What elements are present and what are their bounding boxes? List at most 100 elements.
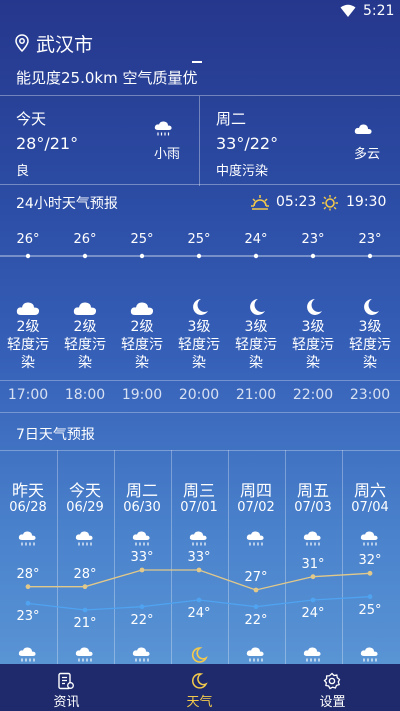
hour-temp-dot bbox=[25, 253, 31, 259]
moon-icon bbox=[191, 647, 208, 663]
hour-time: 18:00 bbox=[64, 387, 106, 403]
tab-news[interactable]: 资讯 bbox=[0, 664, 133, 711]
hour-aqi-level: 2级 bbox=[16, 319, 40, 335]
tomorrow-temp: 33°/22° bbox=[216, 134, 279, 153]
day-name: 今天 bbox=[68, 481, 101, 500]
cloud-rain-icon bbox=[189, 531, 207, 546]
moon-icon bbox=[364, 299, 379, 315]
status-time: 5:21 bbox=[363, 3, 395, 19]
tab-weather[interactable]: 天气 bbox=[133, 664, 266, 711]
cloud-rain-icon bbox=[246, 647, 264, 662]
day-name: 周三 bbox=[182, 481, 215, 500]
tomorrow-air: 中度污染 bbox=[216, 164, 269, 179]
tab-settings[interactable]: 设置 bbox=[266, 664, 399, 711]
cloud-rain-icon bbox=[360, 647, 378, 662]
aqi-mark bbox=[192, 61, 202, 63]
cloud-rain-icon bbox=[132, 531, 150, 546]
location-header[interactable]: 武汉市 bbox=[14, 30, 93, 56]
cloud-icon bbox=[16, 302, 40, 315]
low-temp-line-point bbox=[367, 594, 373, 600]
high-temp-line-point bbox=[310, 574, 316, 580]
hour-temp: 25° bbox=[130, 232, 154, 247]
cloud-icon bbox=[354, 124, 372, 134]
low-temp-line-point bbox=[25, 600, 31, 606]
daily-temp-chart bbox=[25, 567, 373, 613]
hour-aqi-text: 轻度污染 bbox=[7, 337, 49, 371]
day-name: 周二 bbox=[125, 481, 158, 500]
high-temp-line-point bbox=[82, 584, 88, 590]
today-tomorrow-panel: 今天 28°/21° 良 小雨 周二 33°/22° 中度污染 多云 bbox=[0, 95, 400, 186]
cloud-rain-icon bbox=[246, 531, 264, 546]
today-temp: 28°/21° bbox=[16, 134, 79, 153]
cloud-icon bbox=[130, 302, 154, 315]
cloud-rain-icon bbox=[132, 647, 150, 662]
hour-aqi-text: 轻度污染 bbox=[349, 337, 391, 371]
cloud-rain-icon bbox=[75, 531, 93, 546]
hour-temp-dot bbox=[196, 253, 202, 259]
day-name: 周五 bbox=[296, 481, 329, 500]
sunset-icon bbox=[322, 195, 338, 211]
today-name: 今天 bbox=[16, 110, 47, 128]
sunrise: 05:23 bbox=[250, 193, 316, 211]
hour-temp-dot bbox=[253, 253, 259, 259]
conditions-text: 能见度25.0km 空气质量优 bbox=[16, 69, 198, 87]
hour-aqi: 2级 轻度污染 bbox=[57, 318, 113, 372]
cloud-rain-icon bbox=[360, 531, 378, 546]
hour-aqi: 2级轻度污染 bbox=[0, 318, 56, 372]
high-temp-line bbox=[28, 569, 371, 591]
hour-time: 22:00 bbox=[292, 387, 334, 403]
day-date: 07/04 bbox=[351, 500, 389, 515]
today-card[interactable]: 今天 28°/21° 良 小雨 bbox=[0, 96, 199, 186]
sunset: 19:30 bbox=[320, 193, 386, 211]
hour-aqi-level: 2级 bbox=[73, 319, 97, 335]
hour-aqi-level: 3级 bbox=[358, 319, 382, 335]
cloud-rain-icon bbox=[18, 647, 36, 662]
hour-temp: 26° bbox=[73, 232, 97, 247]
status-bar: 5:21 bbox=[0, 0, 400, 24]
day-name: 周四 bbox=[239, 481, 272, 500]
hour-temp-dot bbox=[82, 253, 88, 259]
hour-temp: 26° bbox=[16, 232, 40, 247]
high-temp-line-point bbox=[367, 570, 373, 576]
today-weather: 小雨 bbox=[154, 147, 181, 162]
hourly-title: 24小时天气预报 bbox=[16, 196, 118, 212]
cloud-rain-icon bbox=[303, 647, 321, 662]
hour-time: 19:00 bbox=[121, 387, 163, 403]
hour-temp-dot bbox=[367, 253, 373, 259]
moon-icon bbox=[250, 299, 265, 315]
high-temp-line-point bbox=[253, 587, 259, 593]
hour-aqi-text: 轻度污染 bbox=[178, 337, 220, 371]
cloud-rain-icon bbox=[18, 531, 36, 546]
hour-aqi-level: 3级 bbox=[301, 319, 325, 335]
day-date: 07/03 bbox=[294, 500, 332, 515]
city-name: 武汉市 bbox=[36, 33, 94, 56]
low-temp-line-point bbox=[253, 604, 259, 610]
moon-icon bbox=[193, 299, 208, 315]
day-date: 06/28 bbox=[9, 500, 47, 515]
hour-aqi: 3级 轻度污染 bbox=[228, 318, 284, 372]
hour-aqi-text: 轻度污染 bbox=[121, 337, 163, 371]
cloud-rain-icon bbox=[303, 531, 321, 546]
cloud-icon bbox=[73, 302, 97, 315]
hour-aqi-level: 3级 bbox=[187, 319, 211, 335]
moon-icon bbox=[307, 299, 322, 315]
daily-title: 7日天气预报 bbox=[16, 427, 95, 443]
low-temp-line-point bbox=[82, 607, 88, 613]
today-air: 良 bbox=[16, 164, 30, 179]
hour-aqi: 3级轻度污染 bbox=[171, 318, 227, 372]
day-date: 06/29 bbox=[66, 500, 104, 515]
news-icon bbox=[58, 672, 74, 690]
hour-time: 17:00 bbox=[7, 387, 49, 403]
high-temp-line-point bbox=[196, 567, 202, 573]
sunrise-icon bbox=[251, 195, 269, 210]
high-temp-line-point bbox=[25, 584, 31, 590]
tab-settings-label: 设置 bbox=[319, 695, 346, 710]
hour-temp-dot bbox=[310, 253, 316, 259]
hour-aqi-level: 3级 bbox=[244, 319, 268, 335]
day-date: 06/30 bbox=[123, 500, 161, 515]
low-temp-line-point bbox=[310, 597, 316, 603]
tomorrow-card[interactable]: 周二 33°/22° 中度污染 多云 bbox=[200, 96, 399, 186]
hour-temp: 24° bbox=[244, 232, 268, 247]
hour-aqi-level: 2级 bbox=[130, 319, 154, 335]
low-temp-line-point bbox=[196, 597, 202, 603]
